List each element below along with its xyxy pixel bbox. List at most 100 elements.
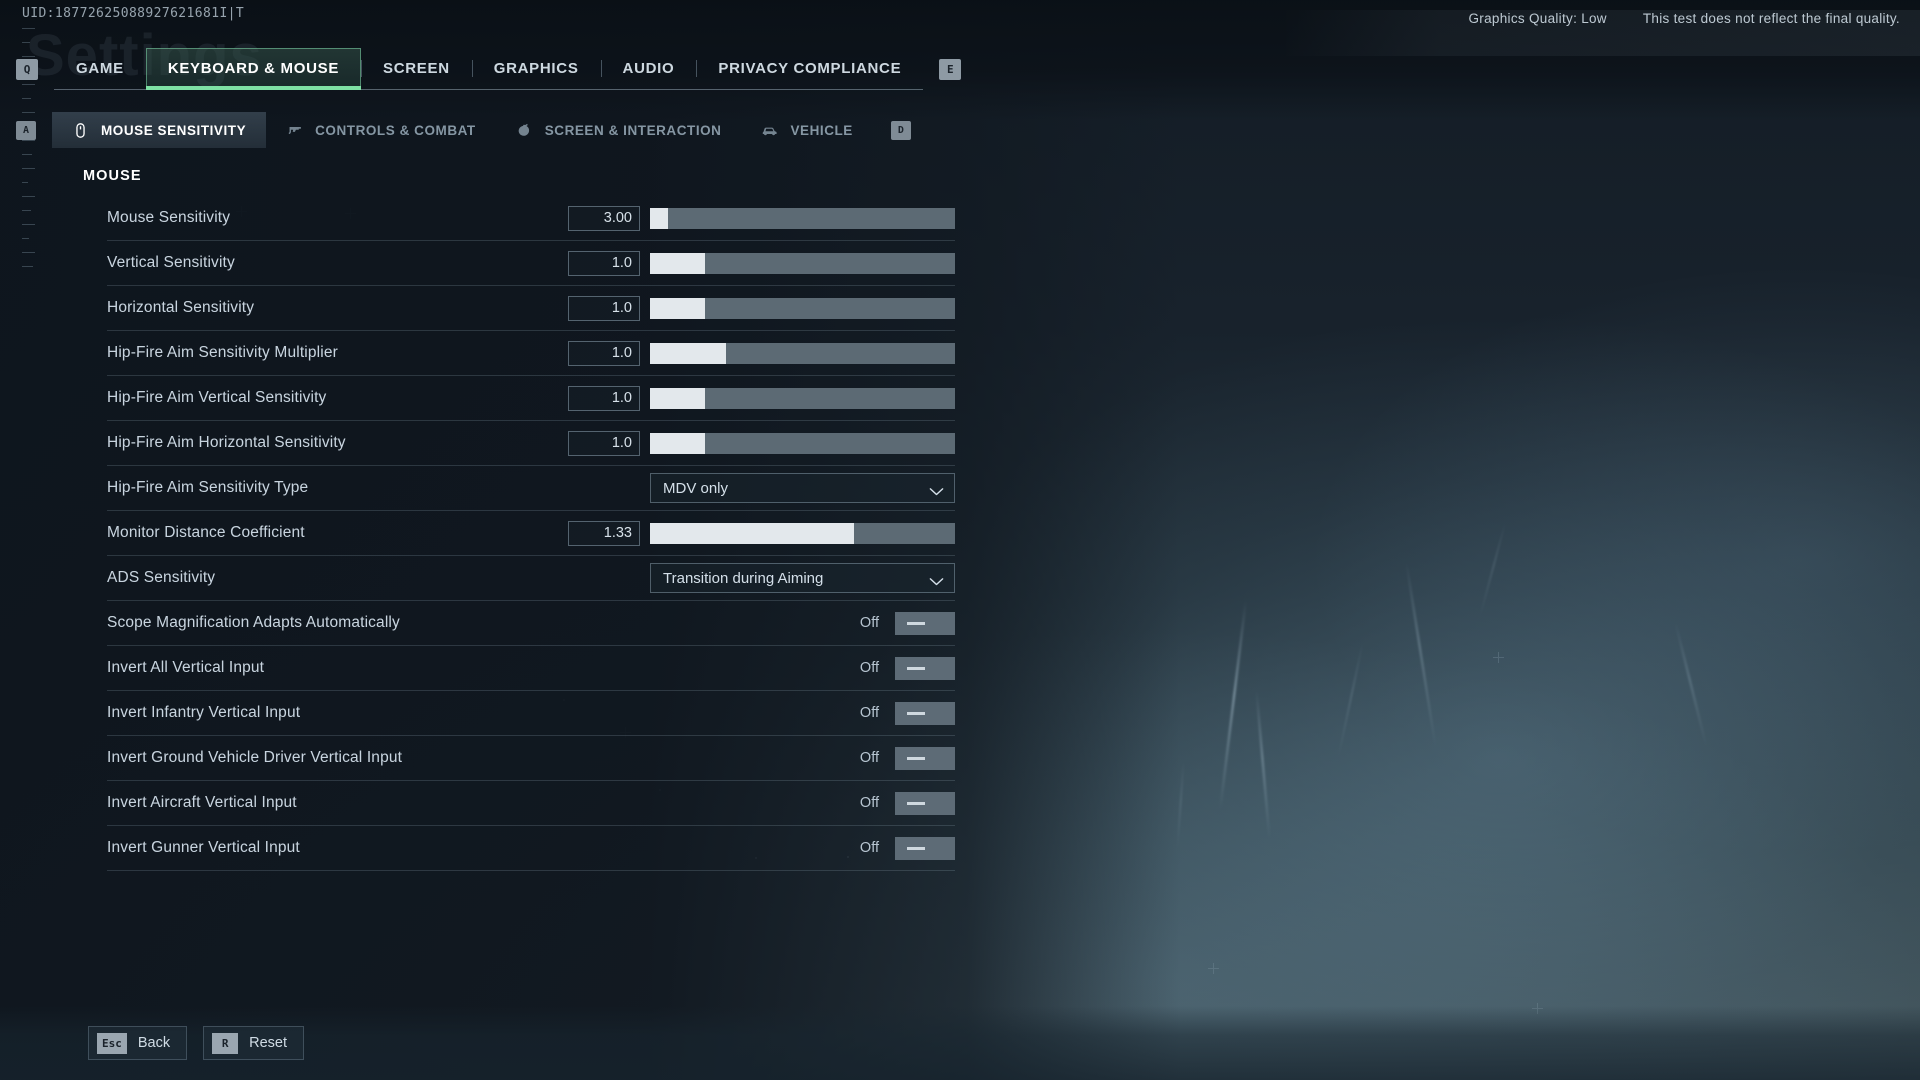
slider-fill bbox=[650, 522, 855, 544]
setting-label: Vertical Sensitivity bbox=[107, 254, 235, 271]
settings-rows: Mouse Sensitivity 3.00 Vertical Sensitivit… bbox=[0, 196, 1060, 871]
toggle-switch[interactable] bbox=[895, 656, 955, 680]
slider-track[interactable] bbox=[650, 387, 955, 409]
graphics-quality-label: Graphics Quality: Low bbox=[1468, 11, 1607, 26]
toggle-state-label: Off bbox=[859, 660, 879, 676]
tab-screen[interactable]: SCREEN bbox=[361, 48, 472, 89]
tab-graphics[interactable]: GRAPHICS bbox=[471, 48, 601, 89]
subtab-label: MOUSE SENSITIVITY bbox=[101, 122, 247, 138]
toggle-switch[interactable] bbox=[895, 791, 955, 815]
tab-privacy-compliance[interactable]: PRIVACY COMPLIANCE bbox=[696, 48, 923, 89]
toggle-knob bbox=[907, 666, 925, 670]
value-input[interactable]: 3.00 bbox=[568, 205, 640, 231]
toggle-knob bbox=[907, 711, 925, 715]
sub-tabs: MOUSE SENSITIVITY CONTROLS & COMBAT SCREEN… bbox=[52, 112, 873, 148]
setting-control: 1.33 bbox=[568, 520, 955, 546]
setting-label: Hip-Fire Aim Sensitivity Multiplier bbox=[107, 344, 338, 361]
dropdown-value: Transition during Aiming bbox=[663, 569, 824, 587]
value-input[interactable]: 1.33 bbox=[568, 520, 640, 546]
setting-label: Monitor Distance Coefficient bbox=[107, 524, 305, 541]
setting-control: MDV only bbox=[640, 473, 955, 503]
slider-fill bbox=[650, 252, 705, 274]
slider-track[interactable] bbox=[650, 207, 955, 229]
back-button[interactable]: Esc Back bbox=[88, 1026, 188, 1060]
tab-game[interactable]: GAME bbox=[54, 48, 146, 89]
toggle-state-label: Off bbox=[859, 795, 879, 811]
value-input[interactable]: 1.0 bbox=[568, 340, 640, 366]
key-hint-q[interactable]: Q bbox=[16, 58, 38, 80]
setting-control: 3.00 bbox=[568, 205, 955, 231]
settings-row: Hip-Fire Aim Sensitivity Multiplier 1.0 bbox=[107, 331, 955, 376]
slider-track[interactable] bbox=[650, 252, 955, 274]
slider-track[interactable] bbox=[650, 342, 955, 364]
bottom-action-bar: Esc Back R Reset bbox=[0, 1006, 1920, 1080]
grid-cross bbox=[1493, 652, 1504, 663]
slider-fill bbox=[650, 342, 727, 364]
setting-label: Horizontal Sensitivity bbox=[107, 299, 255, 316]
button-label: Back bbox=[137, 1035, 171, 1051]
quality-banner: Graphics Quality: Low This test does not… bbox=[1280, 10, 1920, 56]
setting-label: Invert Gunner Vertical Input bbox=[107, 839, 300, 856]
setting-label: Hip-Fire Aim Sensitivity Type bbox=[107, 479, 309, 496]
mouse-icon bbox=[72, 122, 89, 139]
toggle-switch[interactable] bbox=[895, 611, 955, 635]
settings-row: ADS Sensitivity Transition during Aiming bbox=[107, 556, 955, 601]
value-input[interactable]: 1.0 bbox=[568, 385, 640, 411]
setting-control: 1.0 bbox=[568, 340, 955, 366]
setting-control: Off bbox=[859, 656, 955, 680]
setting-label: ADS Sensitivity bbox=[107, 569, 216, 586]
setting-label: Hip-Fire Aim Vertical Sensitivity bbox=[107, 389, 327, 406]
key-hint-a[interactable]: A bbox=[16, 120, 36, 140]
settings-row: Vertical Sensitivity 1.0 bbox=[107, 241, 955, 286]
settings-row: Hip-Fire Aim Horizontal Sensitivity 1.0 bbox=[107, 421, 955, 466]
toggle-knob bbox=[907, 621, 925, 625]
light-streak bbox=[1674, 621, 1708, 749]
setting-label: Invert Aircraft Vertical Input bbox=[107, 794, 297, 811]
section-title: MOUSE bbox=[83, 168, 142, 184]
tab-audio[interactable]: AUDIO bbox=[600, 48, 697, 89]
value-input[interactable]: 1.0 bbox=[568, 430, 640, 456]
subtab-screen-interaction[interactable]: SCREEN & INTERACTION bbox=[496, 112, 742, 148]
setting-control: 1.0 bbox=[568, 430, 955, 456]
dropdown-select[interactable]: MDV only bbox=[650, 473, 955, 503]
toggle-knob bbox=[907, 801, 925, 805]
toggle-state-label: Off bbox=[859, 840, 879, 856]
settings-row: Invert Ground Vehicle Driver Vertical In… bbox=[107, 736, 955, 781]
slider-track[interactable] bbox=[650, 522, 955, 544]
button-label: Reset bbox=[249, 1035, 288, 1051]
subtab-controls-combat[interactable]: CONTROLS & COMBAT bbox=[266, 112, 496, 148]
toggle-switch[interactable] bbox=[895, 701, 955, 725]
setting-control: Off bbox=[860, 746, 955, 770]
subtab-vehicle[interactable]: VEHICLE bbox=[741, 112, 872, 148]
toggle-knob bbox=[907, 846, 925, 850]
value-input[interactable]: 1.0 bbox=[568, 295, 640, 321]
reset-button[interactable]: R Reset bbox=[203, 1026, 305, 1060]
dropdown-value: MDV only bbox=[663, 479, 729, 497]
slider-fill bbox=[650, 207, 669, 229]
dropdown-select[interactable]: Transition during Aiming bbox=[650, 563, 955, 593]
key-hint-d[interactable]: D bbox=[890, 120, 911, 140]
slider-track[interactable] bbox=[650, 432, 955, 454]
setting-label: Invert Infantry Vertical Input bbox=[107, 704, 301, 721]
slider-track[interactable] bbox=[650, 297, 955, 319]
value-input[interactable]: 1.0 bbox=[568, 250, 640, 276]
setting-label: Mouse Sensitivity bbox=[107, 209, 231, 226]
settings-row: Horizontal Sensitivity 1.0 bbox=[107, 286, 955, 331]
setting-control: Off bbox=[859, 791, 955, 815]
toggle-switch[interactable] bbox=[895, 836, 955, 860]
tab-keyboard-mouse[interactable]: KEYBOARD & MOUSE bbox=[145, 48, 362, 90]
subtab-mouse-sensitivity[interactable]: MOUSE SENSITIVITY bbox=[52, 112, 267, 148]
settings-panel: MOUSE Mouse Sensitivity 3.00 Vertical Sens… bbox=[0, 168, 1060, 871]
setting-label: Invert Ground Vehicle Driver Vertical In… bbox=[107, 749, 403, 766]
setting-control: 1.0 bbox=[568, 295, 955, 321]
light-streak bbox=[1255, 690, 1271, 840]
slider-fill bbox=[650, 297, 705, 319]
grenade-icon bbox=[516, 122, 533, 139]
quality-disclaimer-label: This test does not reflect the final qua… bbox=[1642, 11, 1900, 26]
settings-row: Scope Magnification Adapts Automatically… bbox=[107, 601, 955, 646]
settings-row: Hip-Fire Aim Sensitivity Type MDV only bbox=[107, 466, 955, 511]
key-hint-e[interactable]: E bbox=[939, 58, 962, 80]
key-badge: Esc bbox=[97, 1032, 127, 1054]
pistol-icon bbox=[286, 122, 303, 139]
toggle-switch[interactable] bbox=[895, 746, 955, 770]
